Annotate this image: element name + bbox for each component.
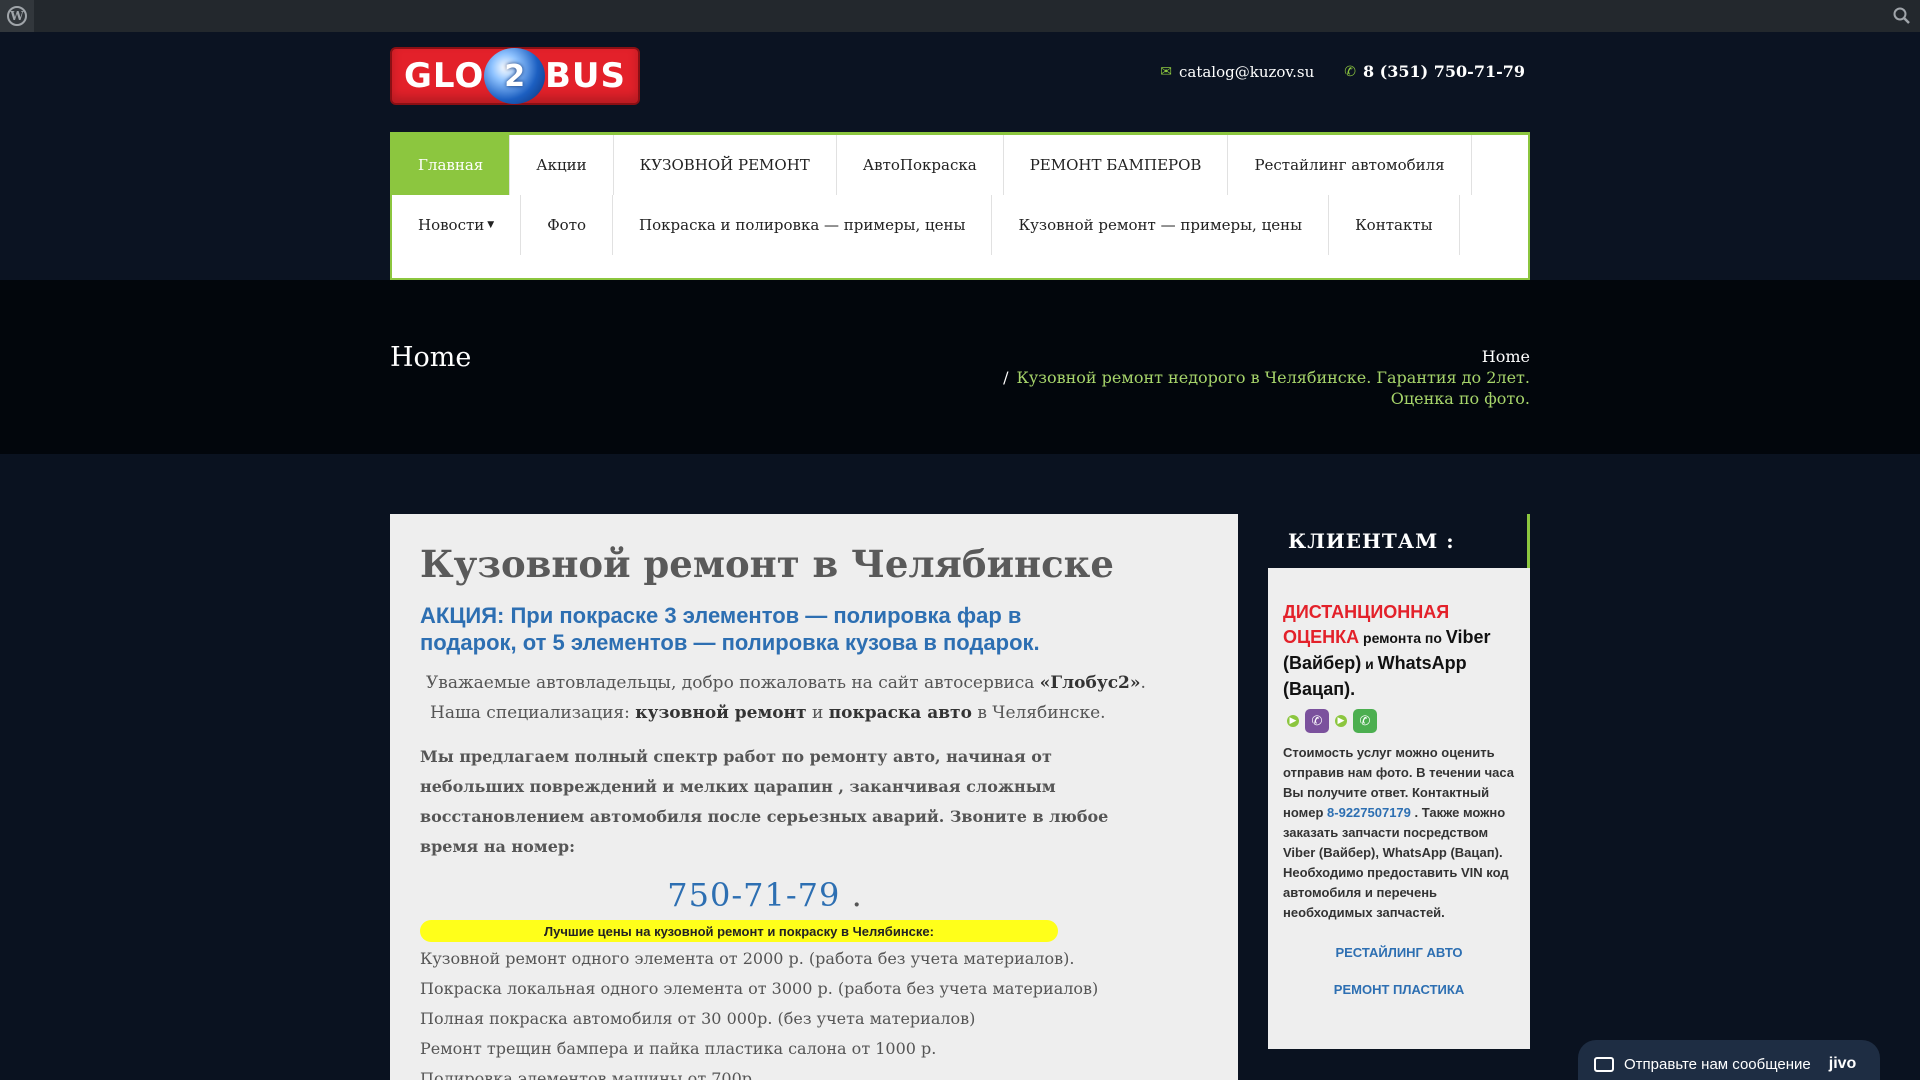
logo-text-left: GLO (404, 56, 485, 96)
nav-item-painting[interactable]: АвтоПокраска (837, 135, 1004, 195)
big-phone-dot: . (840, 876, 863, 914)
arrow-right-icon: ▶ (1335, 715, 1347, 727)
article-title: Кузовной ремонт в Челябинске (420, 542, 1114, 586)
promo-text: АКЦИЯ: При покраске 3 элементов — полиро… (420, 603, 1040, 655)
welcome-line: Уважаемые автовладельцы, добро пожаловат… (420, 668, 1208, 698)
email-text: catalog@kuzov.su (1178, 62, 1315, 81)
nav-item-paint-examples[interactable]: Покраска и полировка — примеры, цены (613, 195, 993, 255)
main-nav: Главная Акции КУЗОВНОЙ РЕМОНТ АвтоПокрас… (390, 132, 1530, 280)
breadcrumb: Home / Кузовной ремонт недорого в Челябин… (970, 346, 1530, 409)
price-item: Полная покраска автомобиля от 30 000р. (… (420, 1009, 976, 1028)
header-email[interactable]: ✉ catalog@kuzov.su (1160, 63, 1314, 81)
main-content: Кузовной ремонт в Челябинске АКЦИЯ: При … (390, 514, 1238, 1080)
specialization-line: Наша специализация: кузовной ремонт и по… (420, 698, 1208, 728)
chat-label: Отправьте нам сообщение (1624, 1055, 1811, 1073)
nav-item-body-repair[interactable]: КУЗОВНОЙ РЕМОНТ (614, 135, 837, 195)
sidebar-link-plastic-repair[interactable]: РЕМОНТ ПЛАСТИКА (1283, 982, 1515, 997)
admin-bar: W (0, 0, 1920, 32)
sidebar: КЛИЕНТАМ : ДИСТАНЦИОННАЯ ОЦЕНКА ремонта … (1268, 514, 1530, 1049)
messenger-icons: ▶ ✆ ▶ ✆ (1287, 709, 1515, 733)
sidebar-link-restyling[interactable]: РЕСТАЙЛИНГ АВТО (1283, 945, 1515, 960)
nav-item-promos[interactable]: Акции (510, 135, 614, 195)
phone-text: 8 (351) 750-71-79 (1362, 62, 1525, 81)
header-phone[interactable]: ✆ 8 (351) 750-71-79 (1344, 62, 1525, 81)
nav-item-restyling[interactable]: Рестайлинг автомобиля (1228, 135, 1472, 195)
welcome-name: «Глобус2» (1039, 673, 1141, 693)
offer-paragraph: Мы предлагаем полный спектр работ по рем… (420, 747, 1109, 856)
nav-row-2: Новости ▼ Фото Покраска и полировка — при… (392, 195, 1528, 255)
price-item: Кузовной ремонт одного элемента от 2000 … (420, 949, 1075, 968)
spec-body-repair: кузовной ремонт (635, 703, 807, 723)
site-header: GLO 2 BUS ✉ catalog@kuzov.su ✆ 8 (351) 7… (0, 32, 1920, 280)
nav-item-news[interactable]: Новости ▼ (392, 195, 522, 255)
welcome-pre: Уважаемые автовладельцы, добро пожаловат… (426, 673, 1040, 693)
price-item: Ремонт трещин бампера и пайка пластика с… (420, 1039, 937, 1058)
breadcrumb-current: Кузовной ремонт недорого в Челябинске. Г… (1016, 368, 1530, 408)
nav-item-home[interactable]: Главная (392, 135, 511, 195)
spec-and: и (806, 703, 829, 723)
sidebar-info: Стоимость услуг можно оценить отправив н… (1283, 743, 1515, 923)
breadcrumb-home[interactable]: Home (970, 346, 1530, 367)
price-item: Покраска локальная одного элемента от 30… (420, 979, 1099, 998)
nav-item-repair-examples[interactable]: Кузовной ремонт — примеры, цены (992, 195, 1330, 255)
nav-item-bumper-repair[interactable]: РЕМОНТ БАМПЕРОВ (1004, 135, 1229, 195)
sidebar-body: ДИСТАНЦИОННАЯ ОЦЕНКА ремонта по Viber (В… (1268, 568, 1530, 997)
sidebar-heading: КЛИЕНТАМ : (1268, 514, 1530, 568)
big-phone: 750-71-79 . (420, 876, 1110, 914)
remote-small-2: и (1361, 656, 1378, 672)
price-item: Полировка элементов машины от 700р. (420, 1069, 758, 1080)
site-logo[interactable]: GLO 2 BUS (390, 47, 640, 105)
remote-small-1: ремонта по (1359, 630, 1446, 646)
page-title: Home (390, 342, 472, 373)
logo-number: 2 (504, 58, 526, 94)
sidebar-info-post: . Также можно заказать запчасти посредст… (1283, 805, 1509, 920)
whatsapp-icon[interactable]: ✆ (1353, 709, 1377, 733)
nav-item-photo[interactable]: Фото (521, 195, 614, 255)
chat-widget[interactable]: Отправьте нам сообщение jivo (1578, 1040, 1880, 1080)
best-prices-banner: Лучшие цены на кузовной ремонт и покраск… (420, 920, 1058, 942)
phone-icon: ✆ (1344, 63, 1356, 80)
mail-icon (1594, 1056, 1614, 1072)
viber-icon[interactable]: ✆ (1305, 709, 1329, 733)
nav-item-contacts[interactable]: Контакты (1329, 195, 1460, 255)
nav-news-label: Новости (418, 216, 485, 234)
price-list: Кузовной ремонт одного элемента от 2000 … (420, 944, 1208, 1080)
spec-pre: Наша специализация: (430, 703, 636, 723)
page-title-band: Home Home / Кузовной ремонт недорого в Че… (0, 280, 1920, 454)
wordpress-icon[interactable]: W (0, 0, 34, 32)
chat-brand: jivo (1828, 1055, 1857, 1072)
big-phone-number[interactable]: 750-71-79 (667, 876, 840, 914)
remote-end: . (1350, 679, 1356, 699)
spec-painting: покраска авто (828, 703, 972, 723)
logo-text-right: BUS (544, 56, 626, 96)
search-icon[interactable] (1892, 6, 1912, 26)
arrow-right-icon: ▶ (1287, 715, 1299, 727)
envelope-icon: ✉ (1160, 63, 1172, 80)
welcome-post: . (1140, 673, 1146, 693)
sidebar-phone-link[interactable]: 8-9227507179 (1327, 805, 1411, 820)
caret-down-icon: ▼ (487, 220, 495, 230)
remote-estimate: ДИСТАНЦИОННАЯ ОЦЕНКА ремонта по Viber (В… (1283, 600, 1515, 702)
spec-post: в Челябинске. (971, 703, 1106, 723)
nav-row-1: Главная Акции КУЗОВНОЙ РЕМОНТ АвтоПокрас… (392, 135, 1528, 195)
globe-icon: 2 (484, 48, 545, 104)
breadcrumb-separator: / (1003, 368, 1009, 387)
header-contacts: ✉ catalog@kuzov.su ✆ 8 (351) 750-71-79 (1160, 62, 1525, 81)
